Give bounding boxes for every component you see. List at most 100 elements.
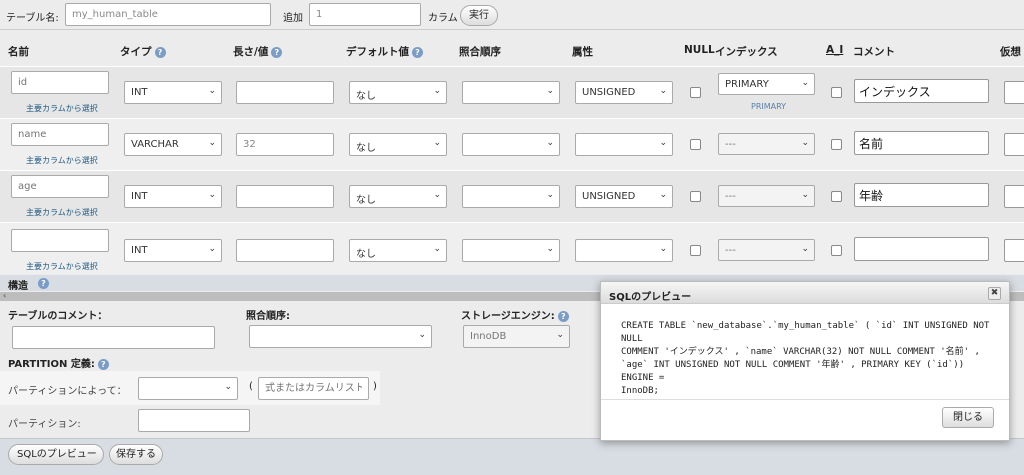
sql-preview-button[interactable]: SQLのプレビュー bbox=[8, 444, 104, 465]
collation-select[interactable]: ⌄ bbox=[462, 185, 560, 208]
length-input[interactable] bbox=[236, 81, 334, 104]
close-icon[interactable]: ✖ bbox=[988, 287, 1001, 300]
ai-checkbox[interactable] bbox=[831, 245, 842, 256]
default-select[interactable]: なし ⌄ bbox=[349, 133, 447, 156]
partition-expr-input[interactable] bbox=[258, 377, 369, 400]
chevron-down-icon: ⌄ bbox=[801, 78, 809, 88]
ai-checkbox[interactable] bbox=[831, 87, 842, 98]
chevron-down-icon: ⌄ bbox=[224, 382, 232, 392]
null-checkbox[interactable] bbox=[690, 87, 701, 98]
help-icon[interactable]: ? bbox=[154, 46, 166, 58]
save-button[interactable]: 保存する bbox=[109, 444, 163, 465]
virtual-select[interactable] bbox=[1004, 133, 1024, 156]
execute-button[interactable]: 実行 bbox=[460, 5, 498, 26]
index-select[interactable]: PRIMARY ⌄ bbox=[718, 73, 815, 95]
chevron-down-icon: ⌄ bbox=[418, 330, 426, 340]
type-select[interactable]: INT ⌄ bbox=[124, 239, 222, 262]
central-columns-link[interactable]: 主要カラムから選択 bbox=[26, 261, 98, 272]
header-ai: A_I bbox=[826, 44, 844, 56]
header-attribute: 属性 bbox=[572, 46, 593, 58]
partition-open-paren: ( bbox=[249, 381, 253, 392]
attribute-select[interactable]: ⌄ bbox=[575, 133, 673, 156]
header-comment: コメント bbox=[853, 46, 895, 58]
table-collation-label: 照合順序: bbox=[246, 311, 290, 322]
structure-title: 構造 bbox=[8, 281, 28, 292]
attribute-select[interactable]: ⌄ bbox=[575, 239, 673, 262]
collation-select[interactable]: ⌄ bbox=[462, 133, 560, 156]
chevron-down-icon: ⌄ bbox=[433, 244, 441, 254]
index-select[interactable]: --- ⌄ bbox=[718, 239, 815, 261]
partition-close-paren: ) bbox=[373, 381, 377, 392]
chevron-down-icon: ⌄ bbox=[546, 244, 554, 254]
comment-input[interactable]: インデックス bbox=[854, 79, 989, 103]
column-name-input[interactable] bbox=[11, 71, 109, 94]
table-name-input[interactable] bbox=[65, 3, 271, 26]
table-comment-input[interactable] bbox=[12, 326, 215, 349]
sql-line: CREATE TABLE `new_database`.`my_human_ta… bbox=[621, 321, 990, 344]
default-select[interactable]: なし ⌄ bbox=[349, 81, 447, 104]
type-select[interactable]: INT ⌄ bbox=[124, 81, 222, 104]
central-columns-link[interactable]: 主要カラムから選択 bbox=[26, 103, 98, 114]
chevron-down-icon: ⌄ bbox=[208, 86, 216, 96]
central-columns-link[interactable]: 主要カラムから選択 bbox=[26, 207, 98, 218]
help-icon[interactable]: ? bbox=[412, 46, 423, 58]
ai-checkbox[interactable] bbox=[831, 139, 842, 150]
sql-line: `age` INT UNSIGNED NOT NULL COMMENT '年齢'… bbox=[621, 360, 965, 383]
help-icon[interactable]: ? bbox=[271, 46, 283, 58]
null-checkbox[interactable] bbox=[690, 191, 701, 202]
partitions-input[interactable] bbox=[138, 409, 250, 432]
chevron-down-icon: ⌄ bbox=[556, 330, 564, 340]
ai-checkbox[interactable] bbox=[831, 191, 842, 202]
table-collation-select[interactable]: ⌄ bbox=[249, 325, 432, 348]
collation-select[interactable]: ⌄ bbox=[462, 81, 560, 104]
header-length: 長さ/値? bbox=[233, 44, 283, 59]
help-icon[interactable]: ? bbox=[38, 278, 49, 289]
length-input[interactable] bbox=[236, 239, 334, 262]
virtual-select[interactable] bbox=[1004, 185, 1024, 208]
attribute-select[interactable]: UNSIGNED ⌄ bbox=[575, 81, 673, 104]
index-select[interactable]: --- ⌄ bbox=[718, 133, 815, 155]
chevron-down-icon: ⌄ bbox=[546, 190, 554, 200]
dialog-divider bbox=[601, 399, 1009, 400]
virtual-select[interactable] bbox=[1004, 239, 1024, 262]
chevron-down-icon: ⌄ bbox=[659, 244, 667, 254]
partitions-label: パーティション: bbox=[8, 419, 81, 430]
column-name-input[interactable] bbox=[11, 123, 109, 146]
close-button[interactable]: 閉じる bbox=[942, 407, 994, 428]
default-select[interactable]: なし ⌄ bbox=[349, 239, 447, 262]
storage-engine-select[interactable]: InnoDB ⌄ bbox=[463, 325, 570, 348]
chevron-down-icon: ⌄ bbox=[659, 190, 667, 200]
null-checkbox[interactable] bbox=[690, 139, 701, 150]
sql-preview-code: CREATE TABLE `new_database`.`my_human_ta… bbox=[621, 320, 1001, 398]
partition-by-label: パーティションによって： bbox=[8, 386, 127, 397]
chevron-down-icon: ⌄ bbox=[659, 86, 667, 96]
central-columns-link[interactable]: 主要カラムから選択 bbox=[26, 155, 98, 166]
comment-input[interactable]: 年齢 bbox=[854, 183, 989, 207]
column-name-input[interactable] bbox=[11, 229, 109, 252]
chevron-down-icon: ⌄ bbox=[433, 190, 441, 200]
help-icon[interactable]: ? bbox=[557, 310, 569, 322]
index-select[interactable]: --- ⌄ bbox=[718, 185, 815, 207]
type-select[interactable]: VARCHAR ⌄ bbox=[124, 133, 222, 156]
length-input[interactable] bbox=[236, 133, 334, 156]
length-input[interactable] bbox=[236, 185, 334, 208]
partition-by-select[interactable]: ⌄ bbox=[138, 377, 238, 400]
storage-engine-label: ストレージエンジン:? bbox=[461, 307, 569, 322]
null-checkbox[interactable] bbox=[690, 245, 701, 256]
chevron-down-icon: ⌄ bbox=[546, 86, 554, 96]
comment-input[interactable]: 名前 bbox=[854, 131, 989, 155]
column-row: 主要カラムから選択 INT ⌄ なし ⌄ ⌄ ⌄ --- ⌄ bbox=[0, 222, 1024, 274]
virtual-select[interactable] bbox=[1004, 81, 1024, 104]
chevron-down-icon: ⌄ bbox=[659, 138, 667, 148]
chevron-down-icon: ⌄ bbox=[801, 190, 809, 200]
collation-select[interactable]: ⌄ bbox=[462, 239, 560, 262]
type-select[interactable]: INT ⌄ bbox=[124, 185, 222, 208]
column-name-input[interactable] bbox=[11, 175, 109, 198]
default-select[interactable]: なし ⌄ bbox=[349, 185, 447, 208]
add-columns-input[interactable] bbox=[309, 3, 421, 26]
help-icon[interactable]: ? bbox=[97, 358, 109, 370]
attribute-select[interactable]: UNSIGNED ⌄ bbox=[575, 185, 673, 208]
chevron-down-icon: ⌄ bbox=[208, 138, 216, 148]
scroll-left-icon[interactable]: ‹ bbox=[3, 291, 6, 300]
comment-input[interactable] bbox=[854, 237, 989, 261]
